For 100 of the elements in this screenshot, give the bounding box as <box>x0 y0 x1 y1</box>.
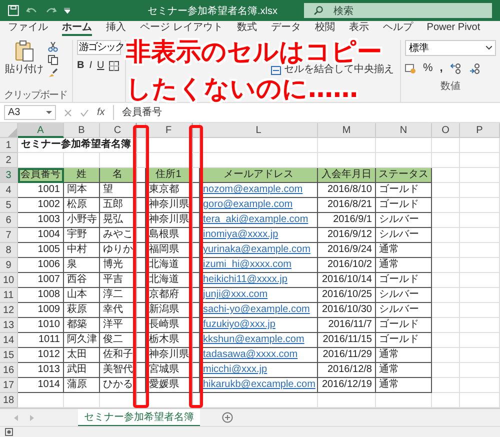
formula-field[interactable]: 会員番号 <box>112 105 496 120</box>
ribbon-tab[interactable]: 表示 <box>348 22 369 36</box>
row-header[interactable]: 12 <box>0 303 18 318</box>
percent-button[interactable]: % <box>423 62 433 74</box>
ribbon-tab[interactable]: 数式 <box>236 22 257 36</box>
number-format-dropdown[interactable]: 標準 <box>405 40 496 56</box>
ribbon-tab[interactable]: データ <box>270 22 301 36</box>
check-icon[interactable] <box>80 108 89 116</box>
row-header[interactable]: 5 <box>0 198 18 213</box>
currency-icon[interactable] <box>405 62 416 74</box>
empty-cell <box>460 303 500 318</box>
column-header[interactable]: N <box>376 123 432 138</box>
ribbon-tab[interactable]: 挿入 <box>106 22 126 36</box>
column-header[interactable]: M <box>318 123 376 138</box>
add-sheet-icon[interactable] <box>222 412 233 423</box>
ribbon-tab[interactable]: ヘルプ <box>382 22 413 36</box>
row-header[interactable]: 7 <box>0 228 18 243</box>
font-name-field[interactable]: 游ゴシック <box>77 40 121 55</box>
row-header[interactable]: 9 <box>0 258 18 273</box>
row-header[interactable]: 3 <box>0 168 18 183</box>
column-header[interactable]: B <box>64 123 100 138</box>
redo-icon[interactable] <box>44 6 57 16</box>
empty-cell <box>432 378 460 393</box>
column-header[interactable]: O <box>432 123 460 138</box>
table-cell: 武田 <box>64 363 100 378</box>
table-cell: 1004 <box>18 228 64 243</box>
macro-record-icon[interactable] <box>5 428 13 436</box>
email-link[interactable]: tera_aki@example.com <box>203 214 308 225</box>
email-link[interactable]: inomiya@xxxx.jp <box>203 229 278 240</box>
row-header[interactable]: 13 <box>0 318 18 333</box>
table-cell: 山本 <box>64 288 100 303</box>
email-link[interactable]: micchi@xxx.jp <box>203 364 268 375</box>
save-icon[interactable] <box>8 5 19 16</box>
copy-icon[interactable] <box>48 55 58 65</box>
clipboard-icon <box>14 40 34 62</box>
row-header[interactable]: 6 <box>0 213 18 228</box>
table-cell: 洋平 <box>100 318 136 333</box>
email-link[interactable]: hikarukb@excample.com <box>203 379 316 390</box>
merge-center-button[interactable]: セルを結合して中央揃え <box>271 65 394 75</box>
italic-button[interactable]: I <box>89 60 92 71</box>
ribbon-tab[interactable]: ファイル <box>8 22 48 36</box>
email-link[interactable]: goro@example.com <box>203 199 293 210</box>
table-cell: シルバー <box>376 213 432 228</box>
column-header[interactable]: A <box>18 123 64 138</box>
row-header[interactable]: 18 <box>0 393 18 408</box>
email-link[interactable]: nozom@example.com <box>203 184 303 195</box>
insert-function-button[interactable]: fx <box>97 107 105 118</box>
row-header[interactable]: 15 <box>0 348 18 363</box>
table-cell: 淳二 <box>100 288 136 303</box>
empty-cell <box>460 243 500 258</box>
empty-cell <box>432 288 460 303</box>
table-cell: 阿久津 <box>64 333 100 348</box>
table-cell: 愛媛県 <box>146 378 192 393</box>
row-header[interactable]: 14 <box>0 333 18 348</box>
paste-button[interactable]: 貼り付け <box>4 40 44 90</box>
table-cell: 小野寺 <box>64 213 100 228</box>
customize-caret-icon[interactable] <box>64 8 70 14</box>
row-header[interactable]: 17 <box>0 378 18 393</box>
table-cell: 通常 <box>376 348 432 363</box>
email-link[interactable]: kkshun@example.com <box>203 334 304 345</box>
column-header[interactable]: F <box>146 123 192 138</box>
brush-icon[interactable] <box>48 68 58 78</box>
ribbon-tab[interactable]: ページ レイアウト <box>140 22 223 36</box>
undo-icon[interactable] <box>26 6 38 16</box>
name-box[interactable]: A3 <box>4 105 56 120</box>
empty-cell <box>460 198 500 213</box>
row-header[interactable]: 10 <box>0 273 18 288</box>
ribbon-tab[interactable]: 校閲 <box>314 22 335 36</box>
table-cell: 俊二 <box>100 333 136 348</box>
borders-icon[interactable] <box>109 60 120 70</box>
email-link[interactable]: junji@xxx.com <box>203 289 268 300</box>
decrease-decimal-icon[interactable] <box>468 62 481 74</box>
column-header[interactable]: P <box>460 123 500 138</box>
bold-button[interactable]: B <box>77 60 84 71</box>
email-link[interactable]: izumi_hi@xxxx.com <box>203 259 292 270</box>
row-header[interactable]: 4 <box>0 183 18 198</box>
scissors-icon[interactable] <box>48 42 58 52</box>
increase-decimal-icon[interactable] <box>450 62 462 74</box>
underline-button[interactable]: U <box>97 60 104 71</box>
row-header[interactable]: 11 <box>0 288 18 303</box>
email-link[interactable]: tadasawa@xxxx.com <box>203 349 298 360</box>
ribbon-tab[interactable]: Power Pivot <box>426 22 480 36</box>
column-header[interactable]: C <box>100 123 136 138</box>
email-link[interactable]: yurinaka@example.com <box>203 244 310 255</box>
row-header[interactable]: 8 <box>0 243 18 258</box>
email-link[interactable]: heikichi11@xxxx.jp <box>203 274 288 285</box>
sheet-tab[interactable]: セミナー参加希望者名簿 <box>78 408 200 426</box>
empty-cell <box>460 363 500 378</box>
table-cell: 2016/9/12 <box>318 228 376 243</box>
row-header[interactable]: 1 <box>0 138 18 153</box>
email-link[interactable]: sachi-yo@example.com <box>203 304 310 315</box>
email-link[interactable]: fuzukiyo@xxx.jp <box>203 319 276 330</box>
table-cell: 1006 <box>18 258 64 273</box>
column-header[interactable]: L <box>200 123 318 138</box>
row-header[interactable]: 2 <box>0 153 18 168</box>
table-cell: 美智代 <box>100 363 136 378</box>
sheet-title: セミナー参加希望者名簿 <box>18 138 136 153</box>
search-field[interactable]: 検索 <box>304 3 492 18</box>
row-header[interactable]: 16 <box>0 363 18 378</box>
comma-button[interactable]: , <box>440 62 443 74</box>
